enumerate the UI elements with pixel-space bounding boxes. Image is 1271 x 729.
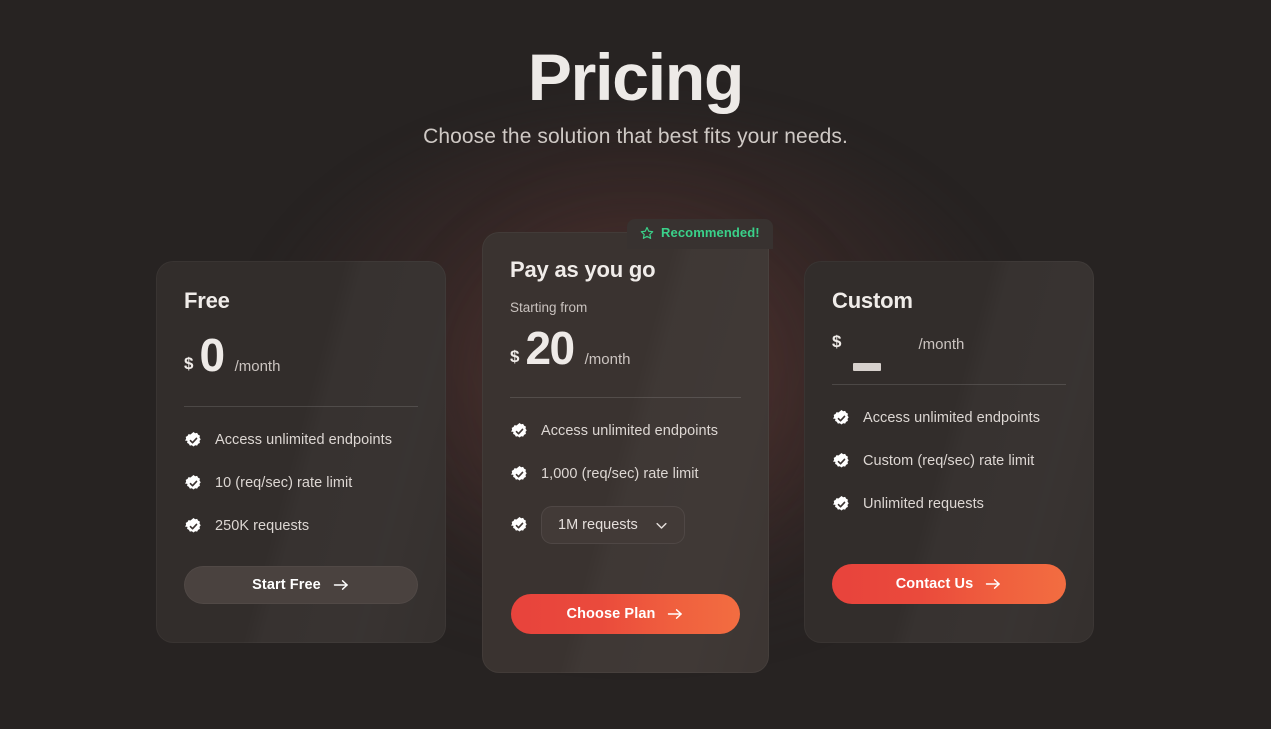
- plan-card-pay-as-you-go[interactable]: Pay as you go Starting from $ 20 /month: [482, 232, 769, 673]
- list-item: Custom (req/sec) rate limit: [832, 450, 1066, 472]
- check-badge-icon: [184, 474, 215, 493]
- list-item: Access unlimited endpoints: [832, 407, 1066, 429]
- plan-name-free: Free: [184, 288, 230, 313]
- price-period: /month: [234, 358, 281, 375]
- feature-label: 10 (req/sec) rate limit: [215, 475, 353, 492]
- price-custom: $ /month: [832, 332, 1066, 371]
- feature-label: Unlimited requests: [863, 496, 984, 512]
- price-free: $ 0 /month: [184, 329, 418, 381]
- list-item: 10 (req/sec) rate limit: [184, 472, 418, 494]
- divider: [832, 384, 1066, 385]
- price-amount: 20: [525, 322, 575, 374]
- starting-from-label: Starting from: [510, 300, 588, 315]
- arrow-right-icon: [667, 607, 684, 621]
- plan-name-pay-as-you-go: Pay as you go: [510, 257, 656, 282]
- list-item: Access unlimited endpoints: [510, 420, 741, 442]
- feature-label: Custom (req/sec) rate limit: [863, 453, 1035, 469]
- price-period: /month: [918, 336, 965, 353]
- cta-label: Choose Plan: [566, 606, 656, 622]
- cta-label: Start Free: [252, 577, 321, 593]
- price-pay-as-you-go: $ 20 /month: [510, 322, 741, 374]
- list-item-requests-select: 1M requests: [510, 506, 741, 545]
- list-item: Unlimited requests: [832, 493, 1066, 515]
- feature-label: 250K requests: [215, 518, 310, 535]
- requests-select[interactable]: 1M requests: [541, 506, 685, 545]
- requests-select-value: 1M requests: [558, 517, 638, 534]
- list-item: 250K requests: [184, 515, 418, 537]
- currency-symbol: $: [184, 354, 194, 373]
- check-badge-icon: [184, 517, 215, 536]
- arrow-right-icon: [985, 577, 1002, 591]
- start-free-button[interactable]: Start Free: [184, 566, 418, 604]
- check-badge-icon: [832, 452, 863, 471]
- divider: [184, 406, 418, 408]
- check-badge-icon: [184, 431, 215, 450]
- list-item: Access unlimited endpoints: [184, 429, 418, 451]
- pricing-cards: Recommended! Free $ 0 /month Access unli…: [0, 0, 1271, 729]
- feature-label: 1,000 (req/sec) rate limit: [541, 466, 699, 483]
- price-amount: 0: [199, 329, 225, 381]
- price-placeholder-dash: [853, 363, 882, 371]
- feature-list-free: Access unlimited endpoints 10 (req/sec) …: [184, 429, 418, 537]
- feature-label: Access unlimited endpoints: [215, 432, 393, 449]
- feature-label: Access unlimited endpoints: [541, 423, 719, 440]
- list-item: 1,000 (req/sec) rate limit: [510, 463, 741, 485]
- price-period: /month: [584, 351, 631, 368]
- feature-list-custom: Access unlimited endpoints Custom (req/s…: [832, 407, 1066, 515]
- pricing-page: Pricing Choose the solution that best fi…: [0, 0, 1271, 729]
- check-badge-icon: [510, 465, 541, 484]
- check-badge-icon: [510, 422, 541, 441]
- plan-card-free[interactable]: Free $ 0 /month Access unlimited endpoin…: [156, 261, 446, 643]
- plan-name-custom: Custom: [832, 288, 913, 313]
- check-badge-icon: [510, 516, 541, 535]
- choose-plan-button[interactable]: Choose Plan: [511, 594, 740, 634]
- feature-label: Access unlimited endpoints: [863, 410, 1041, 426]
- chevron-down-icon: [654, 518, 669, 533]
- feature-list-pay-as-you-go: Access unlimited endpoints 1,000 (req/se…: [510, 420, 741, 545]
- arrow-right-icon: [333, 578, 350, 592]
- check-badge-icon: [832, 495, 863, 514]
- check-badge-icon: [832, 409, 863, 428]
- plan-card-custom[interactable]: Custom $ /month Access unlimited endpoin…: [804, 261, 1094, 643]
- currency-symbol: $: [832, 332, 842, 351]
- contact-us-button[interactable]: Contact Us: [832, 564, 1066, 604]
- currency-symbol: $: [510, 347, 520, 366]
- cta-label: Contact Us: [895, 576, 974, 592]
- divider: [510, 397, 741, 399]
